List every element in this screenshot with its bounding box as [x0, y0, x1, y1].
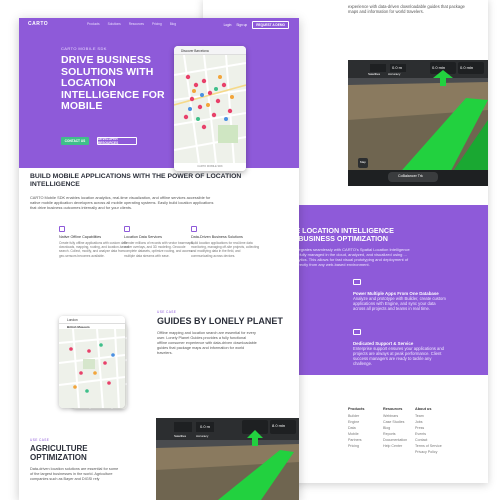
hud-satellites-front: Satellites	[174, 434, 187, 438]
tractor-field-graphic	[348, 60, 488, 186]
footer-col-title: Products	[348, 407, 365, 411]
feature-title: Data-Driven Business Solutions	[191, 235, 243, 239]
hero-title: DRIVE BUSINESS SOLUTIONS WITH LOCATION I…	[61, 54, 165, 112]
hud-unit-back[interactable]: CoBalancer Trk	[398, 174, 423, 178]
feature-offline: Native Offline Capabilities Create fully…	[59, 226, 129, 258]
hud-dist-front: 0.0 m	[200, 424, 211, 429]
back-feature-1: Power Multiple Apps From One Database An…	[353, 291, 448, 311]
footer-link[interactable]: Pricing	[348, 443, 364, 449]
nav-link-resources[interactable]: Resources	[129, 22, 144, 26]
top-nav: CARTO Products Solutions Resources Prici…	[19, 18, 299, 30]
back-purple-body: ...integrates seamlessly with CARTO's Sp…	[291, 247, 410, 267]
phone-search-bar[interactable]: Discover Barcelona	[174, 46, 246, 55]
screenshot-stage: experience with data-driven downloadable…	[0, 0, 500, 500]
offline-icon	[59, 226, 65, 232]
agriculture-section: USE CASE AGRICULTURE OPTIMIZATION Data-d…	[30, 438, 140, 482]
lonely-planet-eyebrow: USE CASE	[157, 310, 177, 314]
footer-col-resources: Resources Webinars Case Studies Blog Rep…	[383, 406, 407, 449]
lonely-planet-body: Offline mapping and location search are …	[157, 331, 257, 355]
tractor-screen-front: Satellites Accuracy 0.0 m 8.0 min	[156, 418, 299, 500]
nav-link-blog[interactable]: Blog	[170, 22, 176, 26]
support-icon	[353, 329, 361, 335]
back-purple-title-line2: R BUSINESS OPTIMIZATION	[291, 234, 388, 244]
back-feature-1-body: Analyze and prototype with Builder, crea…	[353, 296, 446, 311]
tractor-screen-back: Satellites Accuracy 0.0 m 0.0 min 0.0 mi…	[348, 60, 488, 186]
hud-dist-back: 0.0 m	[392, 65, 403, 70]
hero-phone-mockup: Discover Barcelona CARTO MOBILE SDK	[174, 46, 246, 171]
lonely-planet-phone-front: London British Museum	[59, 316, 125, 408]
hud-right2-back: 0.0 min	[460, 65, 474, 70]
developer-resources-button[interactable]: DEVELOPER RESOURCES	[97, 137, 137, 145]
nav-links: Products Solutions Resources Pricing Blo…	[87, 22, 176, 26]
agriculture-title: AGRICULTURE OPTIMIZATION	[30, 444, 88, 462]
phone-city-label[interactable]: London	[59, 316, 125, 324]
section1-title: BUILD MOBILE APPLICATIONS WITH THE POWER…	[30, 173, 242, 188]
back-purple-title: TE LOCATION INTELLIGENCE R BUSINESS OPTI…	[291, 226, 394, 244]
hud-right-back: 0.0 min	[432, 65, 446, 70]
feature-body: Render millions of records with vector b…	[124, 241, 194, 258]
hud-accuracy-back: Accuracy	[388, 72, 401, 76]
hero-section: CARTO MOBILE SDK DRIVE BUSINESS SOLUTION…	[19, 30, 299, 168]
back-top-text: experience with data-driven downloadable…	[348, 4, 465, 15]
london-museum-map-graphic	[59, 328, 125, 408]
hud-satellites-back: Satellites	[368, 72, 381, 76]
front-page: CARTO Products Solutions Resources Prici…	[19, 18, 299, 500]
barcelona-map-graphic	[174, 54, 246, 164]
section1-body: CARTO Mobile SDK enables location analyt…	[30, 195, 214, 211]
footer-link[interactable]: Help Center	[383, 443, 407, 449]
agriculture-eyebrow: USE CASE	[30, 438, 50, 442]
request-demo-button[interactable]: REQUEST A DEMO	[252, 21, 289, 29]
footer-col-about: About us Team Jobs Press Events Contact …	[415, 406, 442, 455]
hud-accuracy-front: Accuracy	[196, 434, 209, 438]
nav-link-pricing[interactable]: Pricing	[152, 22, 162, 26]
footer-link[interactable]: Privacy Policy	[415, 449, 442, 455]
lonely-planet-section: USE CASE GUIDES BY LONELY PLANET Offline…	[157, 310, 287, 356]
feature-location-data: Location Data Services Render millions o…	[124, 226, 194, 258]
section-build-mobile: BUILD MOBILE APPLICATIONS WITH THE POWER…	[30, 173, 250, 211]
chart-icon	[191, 226, 197, 232]
lonely-planet-title: GUIDES BY LONELY PLANET	[157, 316, 283, 326]
nav-link-products[interactable]: Products	[87, 22, 100, 26]
contact-us-button[interactable]: CONTACT US	[61, 137, 89, 145]
feature-title: Native Offline Capabilities	[59, 235, 102, 239]
nav-right: Login Sign up REQUEST A DEMO	[224, 21, 289, 29]
feature-title: Location Data Services	[124, 235, 162, 239]
login-link[interactable]: Login	[224, 23, 232, 27]
footer-col-title: About us	[415, 407, 432, 411]
nav-link-solutions[interactable]: Solutions	[108, 22, 121, 26]
agriculture-body: Data-driven location solutions are essen…	[30, 467, 119, 481]
back-feature-2: Dedicated Support & Service Enterprise s…	[353, 341, 448, 366]
signup-link[interactable]: Sign up	[236, 23, 247, 27]
feature-body: Build location applications for real-tim…	[191, 241, 260, 258]
hud-time-front: 8.0 min	[272, 423, 286, 428]
feature-data-driven: Data-Driven Business Solutions Build loc…	[191, 226, 261, 258]
layers-icon	[124, 226, 130, 232]
footer-col-title: Resources	[383, 407, 403, 411]
phone-caption: CARTO MOBILE SDK	[174, 163, 246, 171]
feature-body: Create fully offline applications with c…	[59, 241, 129, 258]
hud-map-back[interactable]: Map	[360, 160, 366, 164]
tractor-field-front-graphic	[156, 418, 299, 500]
database-icon	[353, 279, 361, 285]
carto-logo[interactable]: CARTO	[28, 21, 48, 27]
phone-map[interactable]	[174, 54, 246, 164]
hero-eyebrow: CARTO MOBILE SDK	[61, 46, 107, 51]
footer-col-products: Products Builder Engine Data Mobile Part…	[348, 406, 364, 449]
back-feature-2-body: Enterprise support ensures your applicat…	[353, 346, 445, 366]
